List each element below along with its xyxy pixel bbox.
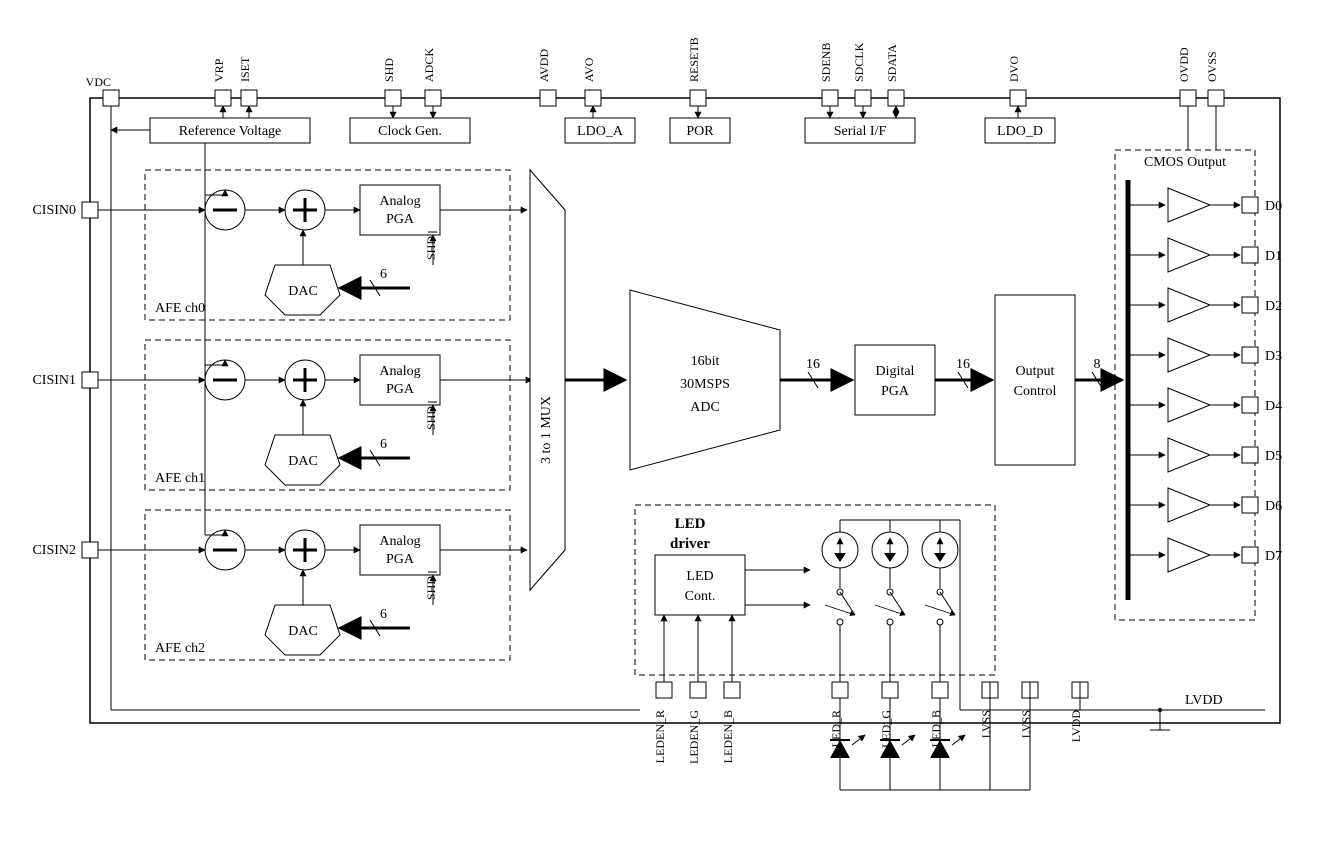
svg-text:Output: Output (1016, 364, 1055, 379)
afe-ch0: AFE ch0 Analog PGA SHD DAC 6 (98, 170, 527, 320)
serial-if-label: Serial I/F (834, 124, 887, 139)
bus-16-b: 16 (956, 357, 970, 372)
left-pins: CISIN0 CISIN1 CISIN2 (32, 202, 98, 558)
adc-l2: 30MSPS (680, 377, 730, 392)
pin-cisin1-label: CISIN1 (32, 373, 76, 388)
svg-text:Analog: Analog (379, 534, 420, 549)
ldo-a-label: LDO_A (577, 124, 624, 139)
adc-l3: ADC (690, 400, 720, 415)
pin-vdc-label: VDC (86, 75, 111, 89)
pin-lvdd2: LVDD (1185, 693, 1223, 708)
pin-cisin0-label: CISIN0 (32, 203, 76, 218)
afe-ch2: AFE ch2 Analog PGA SHD DAC 6 (98, 510, 527, 660)
pin-d6-label: D6 (1265, 499, 1282, 514)
svg-text:Cont.: Cont. (685, 589, 716, 604)
pin-d1-label: D1 (1265, 249, 1282, 264)
digital-pga: Digital PGA 16 (855, 345, 992, 415)
led-driver: LED driver LED Cont. (635, 505, 1265, 710)
afe-ch2-label: AFE ch2 (155, 641, 205, 656)
pin-lvss2: LVSS (1019, 710, 1033, 738)
pin-sdata-label: SDATA (885, 44, 899, 82)
afe-ch1: AFE ch1 Analog PGA SHD DAC 6 (98, 340, 532, 490)
cmos-output-label: CMOS Output (1144, 155, 1226, 170)
afe-ch1-label: AFE ch1 (155, 471, 205, 486)
svg-text:DAC: DAC (288, 624, 318, 639)
pin-sdenb-label: SDENB (819, 43, 833, 82)
pin-d3-label: D3 (1265, 349, 1282, 364)
external-leds (830, 698, 965, 790)
svg-text:PGA: PGA (386, 552, 415, 567)
svg-text:PGA: PGA (386, 382, 415, 397)
bus-8: 8 (1094, 357, 1101, 372)
block-diagram: VDC VRP ISET SHD ADCK AVDD AVO RESETB SD… (10, 10, 1333, 835)
svg-text:LED: LED (686, 569, 713, 584)
mux-label: 3 to 1 MUX (539, 396, 554, 464)
svg-text:DAC: DAC (288, 454, 318, 469)
pin-ovss-label: OVSS (1205, 51, 1219, 82)
svg-text:PGA: PGA (881, 384, 910, 399)
pin-d2-label: D2 (1265, 299, 1282, 314)
svg-text:SHD: SHD (424, 406, 438, 430)
output-buffers: D0 D1 D2 D3 (1128, 188, 1282, 572)
svg-text:6: 6 (380, 267, 387, 282)
pin-lvss1: LVSS (979, 710, 993, 738)
pin-avdd-label: AVDD (537, 49, 551, 82)
pin-shd-label: SHD (382, 58, 396, 82)
mux: 3 to 1 MUX (530, 170, 625, 590)
pin-ovdd-label: OVDD (1177, 47, 1191, 82)
cmos-output: CMOS Output D0 D1 (1115, 150, 1282, 620)
svg-text:6: 6 (380, 607, 387, 622)
pin-adck-label: ADCK (422, 48, 436, 82)
pin-lvdd1: LVDD (1069, 710, 1083, 743)
ref-voltage-label: Reference Voltage (179, 124, 282, 139)
pin-leden-b: LEDEN_B (721, 710, 735, 763)
ldo-d-label: LDO_D (997, 124, 1043, 139)
adc-l1: 16bit (691, 354, 720, 369)
pin-leden-r: LEDEN_R (653, 710, 667, 763)
svg-text:SHD: SHD (424, 236, 438, 260)
svg-text:6: 6 (380, 437, 387, 452)
pin-d4-label: D4 (1265, 399, 1282, 414)
svg-text:Digital: Digital (876, 364, 915, 379)
svg-text:PGA: PGA (386, 212, 415, 227)
pin-dvo-label: DVO (1007, 56, 1021, 82)
pin-sdclk-label: SDCLK (852, 42, 866, 82)
pin-d0-label: D0 (1265, 199, 1282, 214)
pin-iset-label: ISET (238, 56, 252, 82)
svg-text:Control: Control (1014, 384, 1057, 399)
output-control: Output Control 8 (995, 295, 1122, 465)
bus-16-a: 16 (806, 357, 820, 372)
pin-avo-label: AVO (582, 57, 596, 82)
svg-text:SHD: SHD (424, 576, 438, 600)
clock-gen-label: Clock Gen. (378, 124, 442, 139)
bottom-pins: LEDEN_R LEDEN_G LEDEN_B LED_R LED_G LED_… (653, 682, 1223, 790)
svg-text:driver: driver (670, 536, 710, 552)
pin-d5-label: D5 (1265, 449, 1282, 464)
pin-d7-label: D7 (1265, 549, 1282, 564)
svg-text:LED: LED (675, 516, 706, 532)
pin-cisin2-label: CISIN2 (32, 543, 76, 558)
svg-text:Analog: Analog (379, 194, 420, 209)
pin-leden-g: LEDEN_G (687, 710, 701, 764)
pin-vrp-label: VRP (212, 58, 226, 82)
por-label: POR (686, 124, 714, 139)
svg-text:Analog: Analog (379, 364, 420, 379)
pin-resetb-label: RESETB (687, 37, 701, 82)
adc: 16bit 30MSPS ADC 16 (630, 290, 852, 470)
svg-text:DAC: DAC (288, 284, 318, 299)
afe-ch0-label: AFE ch0 (155, 301, 205, 316)
